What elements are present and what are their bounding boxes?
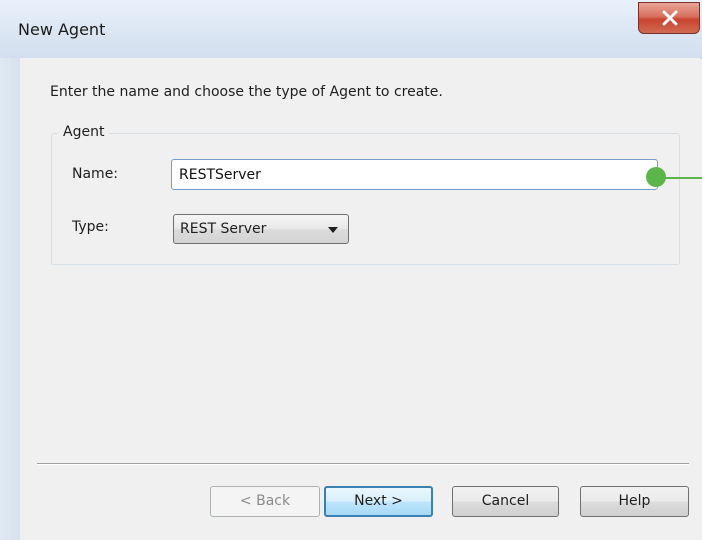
dropdown-arrow-icon <box>328 227 338 233</box>
next-button[interactable]: Next > <box>324 486 433 517</box>
type-dropdown-value: REST Server <box>180 221 267 237</box>
window-title: New Agent <box>18 20 106 39</box>
back-button[interactable]: < Back <box>210 486 320 517</box>
instruction-text: Enter the name and choose the type of Ag… <box>50 84 443 100</box>
window-frame-left <box>0 58 20 540</box>
type-label: Type: <box>72 219 109 235</box>
cancel-button[interactable]: Cancel <box>452 486 559 517</box>
help-button[interactable]: Help <box>580 486 689 517</box>
type-dropdown[interactable]: REST Server <box>173 214 349 244</box>
close-icon <box>662 10 678 26</box>
name-input[interactable] <box>171 159 658 190</box>
button-separator <box>37 463 689 465</box>
agent-group-label: Agent <box>58 124 110 140</box>
annotation-dot <box>646 167 666 187</box>
new-agent-dialog: New Agent Enter the name and choose the … <box>0 0 702 540</box>
dialog-body <box>20 58 700 533</box>
name-label: Name: <box>72 166 119 182</box>
title-bar: New Agent <box>0 0 702 59</box>
agent-groupbox <box>51 133 680 265</box>
close-button[interactable] <box>638 2 700 34</box>
